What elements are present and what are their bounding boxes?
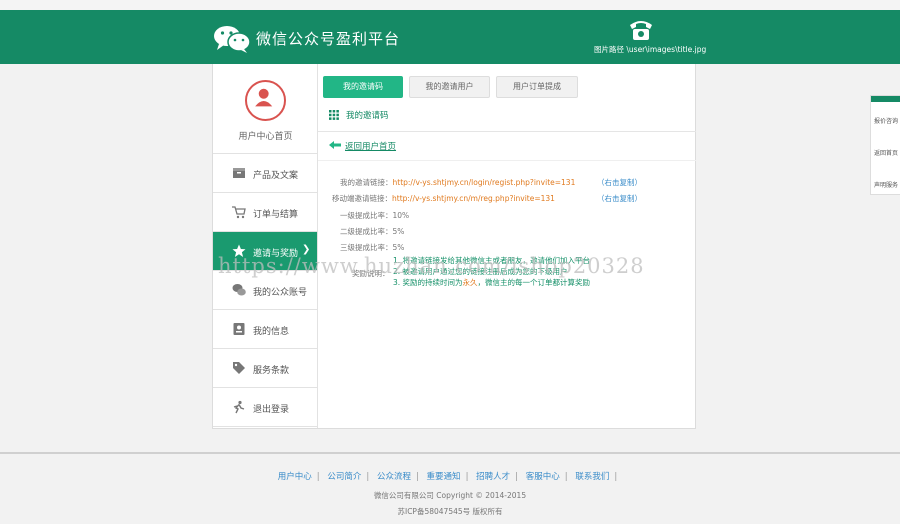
sidebar-item-label: 产品及文案 [253,171,299,181]
sidebar-item-logout[interactable]: 退出登录 [213,388,317,427]
cart-icon [232,206,246,219]
sidebar-item-label: 订单与结算 [253,210,299,220]
user-home-link[interactable]: 用户中心首页 [213,129,318,142]
invite-link-row: 我的邀请链接：http://v-ys.shtjmy.cn/login/regis… [340,177,575,188]
footer-link[interactable]: 重要通知 [427,472,461,482]
divider [318,131,696,132]
side-panel-item[interactable]: 报价咨询 [874,116,898,125]
copy-mobile-link[interactable]: （右击复制） [597,193,642,204]
footer-link[interactable]: 公众流程 [377,472,411,482]
sidebar-item-products[interactable]: 产品及文案 [213,154,317,193]
footer-link[interactable]: 公司简介 [327,472,361,482]
image-path-note: 图片路径 \user\images\title.jpg [594,45,707,54]
box-icon [233,168,245,178]
watermark: https://www.huzhan.com/ishop20328 [218,254,645,278]
footer-divider [0,452,900,454]
footer-link[interactable]: 客服中心 [526,472,560,482]
site-header: 微信公众号盈利平台 图片路径 \user\images\title.jpg [0,10,900,64]
mobile-link-row: 移动端邀请链接：http://v-ys.shtjmy.cn/m/reg.php?… [332,193,555,204]
tab-invited-users[interactable]: 我的邀请用户 [409,76,490,98]
wechat-icon [232,284,246,296]
reward-tip-3: 3. 奖励的持续时间为永久，微信主的每一个订单都计算奖励 [393,277,590,288]
rate-level-3: 三级提成比率：5% [340,243,405,252]
back-to-home-link[interactable]: 返回用户首页 [345,140,396,152]
tag-icon [233,362,245,374]
id-card-icon [233,323,245,335]
sidebar-item-profile[interactable]: 我的信息 [213,310,317,349]
icp-license: 苏ICP备58047545号 版权所有 [397,507,503,516]
reward-tip-3-highlight: 永久 [462,278,478,287]
side-panel-bar [871,96,900,102]
sidebar: 用户中心首页 产品及文案 订单与结算 邀请与奖励 ❯ 我的公众账号 我的信息 服… [213,64,318,428]
sidebar-item-label: 退出登录 [253,405,290,415]
floating-side-panel: 报价咨询 返回首页 声明服务 [870,95,900,195]
copy-invite-link[interactable]: （右击复制） [597,177,642,188]
mobile-link-url[interactable]: http://v-ys.shtjmy.cn/m/reg.php?invite=1… [392,194,555,203]
invite-link-url[interactable]: http://v-ys.shtjmy.cn/login/regist.php?i… [393,178,576,187]
copyright: 微信公司有限公司 Copyright © 2014-2015 [373,491,527,500]
rate-level-2: 二级提成比率：5% [340,227,405,236]
footer-links: 用户中心 | 公司简介 | 公众流程 | 重要通知 | 招聘人才 | 客服中心 | 联系我们… [277,472,618,482]
main-panel: 用户中心首页 产品及文案 订单与结算 邀请与奖励 ❯ 我的公众账号 我的信息 服… [212,64,696,429]
telephone-icon [630,21,652,40]
side-panel-item[interactable]: 返回首页 [874,148,898,157]
user-home-box[interactable]: 用户中心首页 [213,64,317,154]
user-icon [255,88,273,107]
sidebar-item-label: 我的信息 [253,327,290,337]
section-title: 我的邀请码 [346,111,389,121]
sidebar-item-orders[interactable]: 订单与结算 [213,193,317,232]
divider [318,160,696,161]
site-title: 微信公众号盈利平台 [256,30,401,48]
footer-link[interactable]: 用户中心 [278,472,312,482]
grid-icon [329,110,339,120]
rate-level-1: 一级提成比率：10% [340,211,410,220]
top-strip [0,0,900,10]
wechat-logo-icon [214,26,251,53]
reward-tip-3-prefix: 3. 奖励的持续时间为 [393,278,463,287]
logout-icon [233,400,245,414]
mobile-link-label: 移动端邀请链接： [332,194,392,203]
avatar[interactable] [245,80,286,121]
sidebar-item-label: 我的公众账号 [253,288,308,298]
tab-invite-code[interactable]: 我的邀请码 [323,76,403,98]
tab-order-commission[interactable]: 用户订单提成 [496,76,578,98]
footer-link[interactable]: 招聘人才 [476,472,510,482]
invite-link-label: 我的邀请链接： [340,178,393,187]
sidebar-item-terms[interactable]: 服务条款 [213,349,317,388]
back-arrow-icon[interactable] [329,140,341,150]
footer-link[interactable]: 联系我们 [575,472,609,482]
sidebar-item-label: 服务条款 [253,366,290,376]
side-panel-item[interactable]: 声明服务 [874,180,898,189]
reward-tip-3-suffix: ，微信主的每一个订单都计算奖励 [477,278,591,287]
